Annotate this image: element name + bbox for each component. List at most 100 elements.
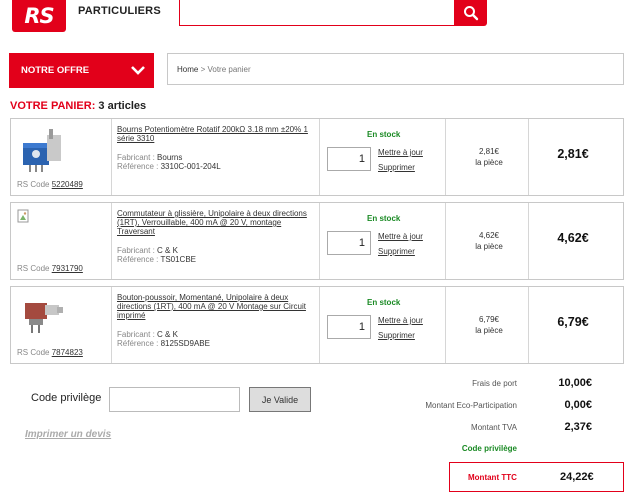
rs-code-link[interactable]: 7874823 bbox=[52, 348, 83, 357]
quantity-input[interactable]: 1 bbox=[327, 231, 371, 255]
reference: Référence : 3310C-001-204L bbox=[117, 162, 221, 171]
rs-code-link[interactable]: 7931790 bbox=[52, 264, 83, 273]
divider bbox=[319, 203, 320, 279]
shipping-label: Frais de port bbox=[472, 379, 517, 388]
divider bbox=[528, 287, 529, 363]
offer-label: NOTRE OFFRE bbox=[21, 65, 90, 76]
stock-status: En stock bbox=[367, 130, 401, 139]
reference-value: TS01CBE bbox=[160, 255, 197, 264]
divider bbox=[445, 287, 446, 363]
rs-logo[interactable]: RS bbox=[12, 0, 66, 32]
product-title-link[interactable]: Commutateur à glissière, Unipolaire à de… bbox=[117, 209, 313, 236]
push-button-image[interactable] bbox=[17, 293, 65, 341]
fabricant-value: C & K bbox=[157, 246, 178, 255]
cart-item-count: 3 articles bbox=[98, 100, 147, 112]
unit-price: 6,79€ la pièce bbox=[451, 314, 527, 336]
unit-price-label: la pièce bbox=[475, 158, 503, 167]
cart-title-label: VOTRE PANIER: bbox=[10, 100, 96, 112]
rs-code: RS Code 7874823 bbox=[17, 348, 83, 357]
rs-code-label: RS Code bbox=[17, 180, 50, 189]
divider bbox=[319, 119, 320, 195]
line-total: 6,79€ bbox=[557, 315, 589, 329]
cart-item: RS Code 5220489 Bourns Potentiomètre Rot… bbox=[10, 118, 624, 196]
eco-participation-value: 0,00€ bbox=[564, 399, 592, 411]
divider bbox=[319, 287, 320, 363]
fabricant: Fabricant : C & K bbox=[117, 246, 178, 255]
breadcrumb-home[interactable]: Home bbox=[177, 65, 198, 74]
tva-label: Montant TVA bbox=[471, 423, 517, 432]
unit-price-label: la pièce bbox=[475, 242, 503, 251]
unit-price: 4,62€ la pièce bbox=[451, 230, 527, 252]
divider bbox=[111, 287, 112, 363]
reference: Référence : 8125SD9ABE bbox=[117, 339, 210, 348]
rs-code: RS Code 7931790 bbox=[17, 264, 83, 273]
product-title-link[interactable]: Bouton-poussoir, Momentané, Unipolaire à… bbox=[117, 293, 313, 320]
total-ttc-value: 24,22€ bbox=[560, 471, 594, 483]
print-quote-link[interactable]: Imprimer un devis bbox=[25, 429, 111, 440]
eco-participation-label: Montant Eco-Participation bbox=[425, 401, 517, 410]
stock-status: En stock bbox=[367, 214, 401, 223]
promo-code-input[interactable] bbox=[109, 387, 240, 412]
remove-link[interactable]: Supprimer bbox=[378, 331, 415, 340]
promo-code-total-label: Code privilège bbox=[461, 444, 517, 453]
unit-price: 2,81€ la pièce bbox=[451, 146, 527, 168]
search-input[interactable] bbox=[179, 0, 455, 26]
promo-code-label: Code privilège bbox=[31, 392, 102, 404]
rs-code: RS Code 5220489 bbox=[17, 180, 83, 189]
rs-code-label: RS Code bbox=[17, 264, 50, 273]
update-link[interactable]: Mettre à jour bbox=[378, 148, 423, 157]
reference-label: Référence : bbox=[117, 339, 159, 348]
fabricant-label: Fabricant : bbox=[117, 246, 155, 255]
line-total: 4,62€ bbox=[557, 231, 589, 245]
quantity-input[interactable]: 1 bbox=[327, 147, 371, 171]
breadcrumb-current: Votre panier bbox=[207, 64, 251, 74]
quantity-input[interactable]: 1 bbox=[327, 315, 371, 339]
divider bbox=[111, 203, 112, 279]
cart-item: RS Code 7931790 Commutateur à glissière,… bbox=[10, 202, 624, 280]
fabricant-value: Bourns bbox=[157, 153, 183, 162]
reference-value: 8125SD9ABE bbox=[160, 339, 210, 348]
unit-price-value: 4,62€ bbox=[478, 231, 500, 240]
search-icon bbox=[464, 6, 479, 21]
offer-menu-button[interactable]: NOTRE OFFRE bbox=[9, 53, 154, 88]
site-section-label: PARTICULIERS bbox=[78, 5, 161, 17]
divider bbox=[445, 119, 446, 195]
promo-validate-button[interactable]: Je Valide bbox=[249, 387, 311, 412]
rs-code-label: RS Code bbox=[17, 348, 50, 357]
divider bbox=[528, 203, 529, 279]
fabricant-label: Fabricant : bbox=[117, 330, 155, 339]
total-ttc-label: Montant TTC bbox=[468, 473, 517, 482]
search-button[interactable] bbox=[455, 0, 487, 26]
divider bbox=[528, 119, 529, 195]
product-title-link[interactable]: Bourns Potentiomètre Rotatif 200kΩ 3.18 … bbox=[117, 125, 313, 143]
stock-status: En stock bbox=[367, 298, 401, 307]
line-total: 2,81€ bbox=[557, 147, 589, 161]
fabricant: Fabricant : Bourns bbox=[117, 153, 182, 162]
chevron-down-icon bbox=[131, 66, 145, 75]
update-link[interactable]: Mettre à jour bbox=[378, 316, 423, 325]
total-ttc-box: Montant TTC 24,22€ bbox=[449, 462, 624, 492]
rs-code-link[interactable]: 5220489 bbox=[52, 180, 83, 189]
cart-item: RS Code 7874823 Bouton-poussoir, Momenta… bbox=[10, 286, 624, 364]
tva-value: 2,37€ bbox=[564, 421, 592, 433]
broken-image[interactable] bbox=[17, 209, 65, 257]
cart-title: VOTRE PANIER: 3 articles bbox=[10, 100, 146, 112]
fabricant-value: C & K bbox=[157, 330, 178, 339]
divider bbox=[111, 119, 112, 195]
reference-label: Référence : bbox=[117, 255, 159, 264]
fabricant-label: Fabricant : bbox=[117, 153, 155, 162]
reference-label: Référence : bbox=[117, 162, 159, 171]
unit-price-value: 6,79€ bbox=[478, 315, 500, 324]
unit-price-value: 2,81€ bbox=[478, 147, 500, 156]
breadcrumb-separator: > bbox=[200, 64, 206, 74]
breadcrumb: Home > Votre panier bbox=[167, 53, 624, 85]
remove-link[interactable]: Supprimer bbox=[378, 247, 415, 256]
update-link[interactable]: Mettre à jour bbox=[378, 232, 423, 241]
reference: Référence : TS01CBE bbox=[117, 255, 196, 264]
shipping-value: 10,00€ bbox=[558, 377, 592, 389]
potentiometer-image[interactable] bbox=[17, 125, 65, 173]
remove-link[interactable]: Supprimer bbox=[378, 163, 415, 172]
logo-text: RS bbox=[24, 4, 54, 28]
divider bbox=[445, 203, 446, 279]
unit-price-label: la pièce bbox=[475, 326, 503, 335]
